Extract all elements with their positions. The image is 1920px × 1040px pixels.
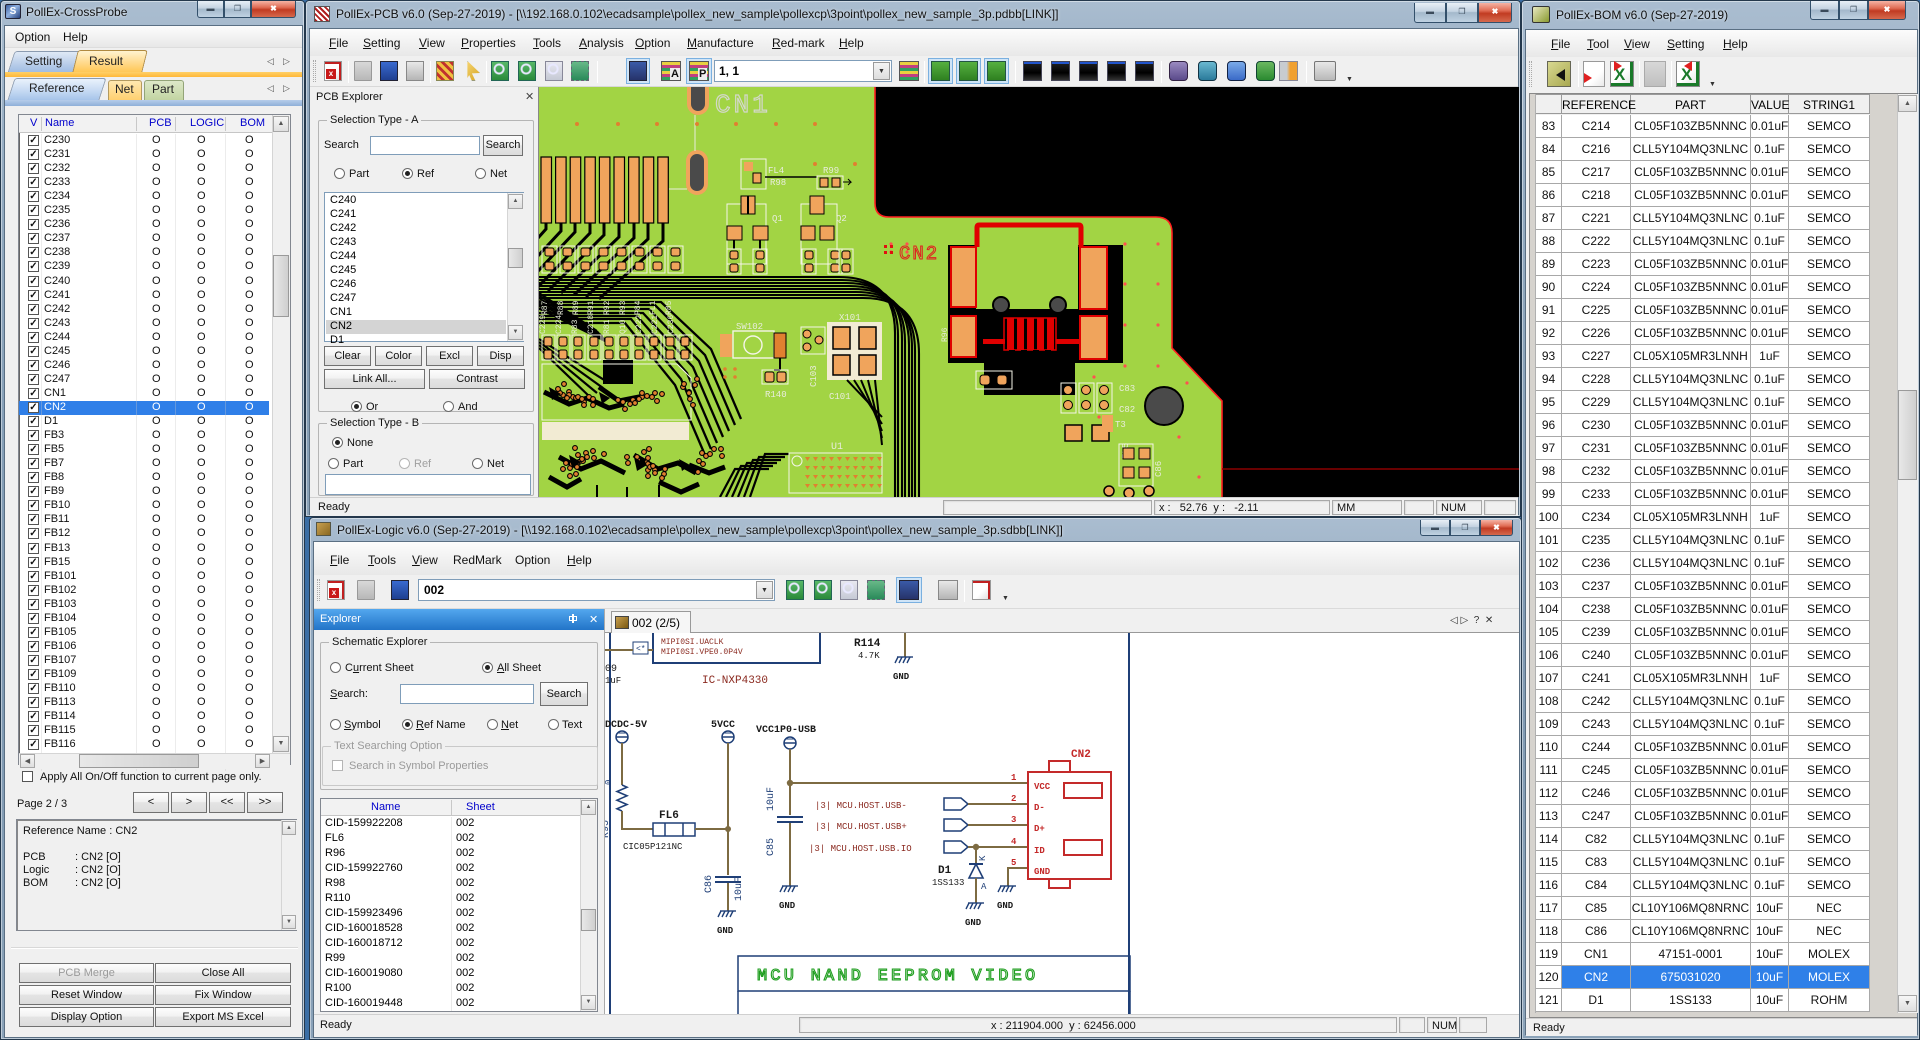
- svg-text:R99: R99: [823, 166, 839, 176]
- svg-text:IC-NXP4330: IC-NXP4330: [702, 675, 768, 687]
- svg-text:CIC05P121NC: CIC05P121NC: [623, 842, 683, 852]
- svg-text:2: 2: [1011, 794, 1016, 804]
- svg-text:C82: C82: [1119, 405, 1135, 415]
- svg-text:C86: C86: [1154, 461, 1164, 477]
- svg-text:1SS133: 1SS133: [932, 878, 964, 888]
- svg-text:MIPI0SI.VPE0.0P4V: MIPI0SI.VPE0.0P4V: [661, 648, 743, 657]
- svg-text:R88: R88: [557, 300, 566, 315]
- svg-text:5VCC: 5VCC: [711, 720, 735, 731]
- svg-text:C229: C229: [539, 315, 548, 334]
- svg-text:Q10: Q10: [619, 319, 628, 334]
- svg-text:U1: U1: [831, 442, 843, 453]
- svg-text:R85: R85: [665, 300, 674, 315]
- svg-text:R93: R93: [619, 300, 628, 315]
- svg-text:R87: R87: [541, 300, 550, 315]
- svg-text:C83: C83: [1119, 384, 1135, 394]
- svg-text:C86: C86: [704, 875, 715, 893]
- svg-text:K: K: [978, 855, 988, 861]
- svg-text:MIPI0SI.UACLK: MIPI0SI.UACLK: [661, 638, 724, 647]
- svg-text:R83: R83: [571, 319, 580, 334]
- svg-text:Q1: Q1: [772, 214, 783, 224]
- svg-text:C222: C222: [635, 315, 644, 334]
- svg-text:GND: GND: [1034, 867, 1051, 877]
- svg-text:R89: R89: [572, 300, 581, 315]
- svg-text:R98: R98: [770, 178, 786, 188]
- svg-text:R140: R140: [765, 390, 787, 400]
- svg-text:P84: P84: [634, 300, 643, 315]
- svg-text:T3: T3: [1115, 420, 1126, 430]
- svg-text:MCU NAND EEPROM VIDEO: MCU NAND EEPROM VIDEO: [757, 967, 1038, 986]
- svg-text:5: 5: [1011, 858, 1016, 868]
- svg-text:GND: GND: [893, 672, 910, 682]
- svg-text:A: A: [981, 882, 987, 892]
- svg-text:R95: R95: [605, 820, 612, 838]
- svg-text:C103: C103: [809, 365, 819, 387]
- svg-text:CN1: CN1: [715, 90, 771, 120]
- svg-text:C221: C221: [651, 315, 660, 334]
- svg-text:GND: GND: [997, 901, 1014, 911]
- svg-text:FL1: FL1: [649, 300, 658, 315]
- svg-text:4.7K: 4.7K: [858, 651, 880, 661]
- svg-text:Q2: Q2: [836, 214, 847, 224]
- svg-text:VCC: VCC: [1034, 782, 1051, 792]
- svg-text:R92: R92: [603, 300, 612, 315]
- svg-text:FL4: FL4: [768, 166, 784, 176]
- svg-text:10uF: 10uF: [734, 877, 745, 901]
- svg-text:4: 4: [1011, 837, 1017, 847]
- svg-text:D-: D-: [1034, 803, 1045, 813]
- svg-text:GND: GND: [717, 926, 734, 936]
- svg-text:1: 1: [1011, 773, 1017, 783]
- svg-text:3: 3: [1011, 815, 1016, 825]
- svg-text:ID: ID: [1034, 846, 1045, 856]
- svg-text:R91: R91: [587, 300, 596, 315]
- svg-text:<*: <*: [636, 645, 646, 654]
- svg-text:C236: C236: [667, 315, 676, 334]
- svg-text:FL6: FL6: [659, 810, 679, 822]
- svg-text:09: 09: [605, 664, 617, 675]
- svg-text:1uF: 1uF: [605, 676, 621, 686]
- svg-text:D+: D+: [1034, 824, 1045, 834]
- svg-text:0: 0: [605, 780, 614, 785]
- svg-text:X101: X101: [839, 313, 861, 323]
- svg-text:10uF: 10uF: [766, 787, 777, 811]
- svg-text:C101: C101: [829, 392, 851, 402]
- svg-text:R114: R114: [854, 638, 881, 650]
- svg-text:DCDC-5V: DCDC-5V: [605, 720, 647, 731]
- svg-text:GND: GND: [779, 901, 796, 911]
- svg-text:R81: R81: [603, 319, 612, 334]
- svg-text:C218: C218: [587, 315, 596, 334]
- svg-text:|3| MCU.HOST.USB.IO: |3| MCU.HOST.USB.IO: [809, 844, 912, 854]
- svg-text:C224: C224: [555, 315, 564, 334]
- svg-text:|3| MCU.HOST.USB+: |3| MCU.HOST.USB+: [815, 822, 907, 832]
- svg-text:CN2: CN2: [1071, 749, 1091, 761]
- svg-text:CN2: CN2: [899, 243, 939, 265]
- svg-text:D1: D1: [938, 865, 952, 877]
- svg-text:C85: C85: [766, 838, 777, 856]
- svg-text:VCC1P0-USB: VCC1P0-USB: [756, 725, 816, 736]
- svg-text:|3| MCU.HOST.USB-: |3| MCU.HOST.USB-: [815, 801, 907, 811]
- svg-text:GND: GND: [965, 918, 982, 928]
